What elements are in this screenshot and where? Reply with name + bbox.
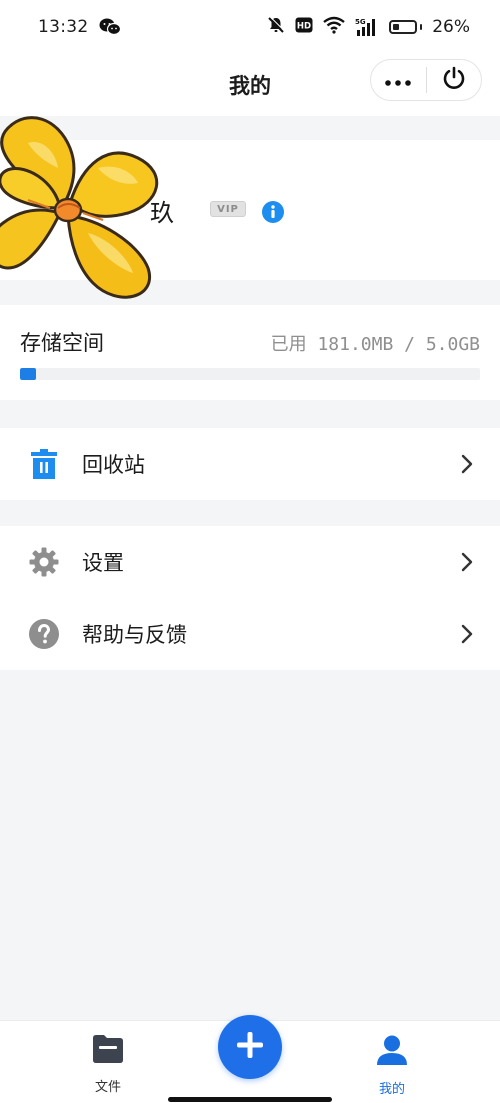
tab-files[interactable]: 文件 bbox=[68, 1035, 148, 1095]
tab-files-label: 文件 bbox=[94, 1080, 121, 1095]
home-indicator bbox=[168, 1097, 332, 1102]
storage-usage: 已用 181.0MB / 5.0GB bbox=[270, 334, 480, 355]
status-left: 13:32 bbox=[38, 17, 121, 37]
hd-icon: HD bbox=[295, 17, 313, 38]
network-label: 5G bbox=[355, 18, 366, 26]
add-button[interactable] bbox=[218, 1015, 282, 1079]
more-button[interactable] bbox=[371, 60, 426, 100]
recycle-bin-label: 回收站 bbox=[82, 453, 145, 477]
storage-progress-bar bbox=[20, 368, 480, 380]
battery-icon bbox=[389, 20, 423, 34]
tab-me[interactable]: 我的 bbox=[352, 1035, 432, 1097]
user-icon bbox=[376, 1035, 408, 1069]
status-right: HD 5G 26% bbox=[267, 16, 470, 39]
menu-item-recycle-bin[interactable]: 回收站 bbox=[0, 428, 500, 500]
header: 我的 bbox=[0, 54, 500, 116]
wifi-icon bbox=[323, 16, 345, 39]
bottom-nav: 文件 我的 bbox=[0, 1015, 500, 1103]
close-mini-program-button[interactable] bbox=[427, 60, 482, 100]
storage-progress-fill bbox=[20, 368, 37, 380]
info-icon[interactable] bbox=[262, 201, 284, 227]
status-time: 13:32 bbox=[38, 17, 89, 37]
storage-section: 存储空间 已用 181.0MB / 5.0GB bbox=[0, 305, 500, 400]
chevron-right-icon bbox=[460, 623, 474, 645]
vip-badge: VIP bbox=[210, 201, 246, 217]
menu-item-help-feedback[interactable]: 帮助与反馈 bbox=[0, 598, 500, 670]
help-feedback-label: 帮助与反馈 bbox=[82, 623, 187, 647]
hd-label: HD bbox=[297, 21, 311, 31]
chevron-right-icon bbox=[460, 453, 474, 475]
menu-group-general: 设置 帮助与反馈 bbox=[0, 526, 500, 670]
page-title: 我的 bbox=[229, 74, 271, 98]
gear-icon bbox=[28, 546, 60, 578]
folder-icon bbox=[93, 1035, 123, 1067]
mini-program-capsule bbox=[370, 59, 482, 101]
chevron-right-icon bbox=[460, 551, 474, 573]
tab-me-label: 我的 bbox=[378, 1082, 405, 1097]
menu-group-recycle: 回收站 bbox=[0, 428, 500, 500]
yellow-flower-avatar[interactable] bbox=[0, 108, 178, 308]
more-dots-icon bbox=[385, 71, 412, 90]
wechat-icon bbox=[99, 18, 121, 36]
battery-percent: 26% bbox=[432, 17, 470, 37]
menu-item-settings[interactable]: 设置 bbox=[0, 526, 500, 598]
mute-icon bbox=[267, 16, 285, 39]
trash-icon bbox=[28, 448, 60, 480]
help-icon bbox=[28, 618, 60, 650]
signal-icon: 5G bbox=[355, 17, 379, 37]
plus-icon bbox=[236, 1031, 264, 1063]
storage-title: 存储空间 bbox=[20, 331, 104, 355]
power-icon bbox=[442, 66, 466, 94]
status-bar: 13:32 HD 5G 26% bbox=[0, 0, 500, 54]
settings-label: 设置 bbox=[82, 551, 124, 575]
